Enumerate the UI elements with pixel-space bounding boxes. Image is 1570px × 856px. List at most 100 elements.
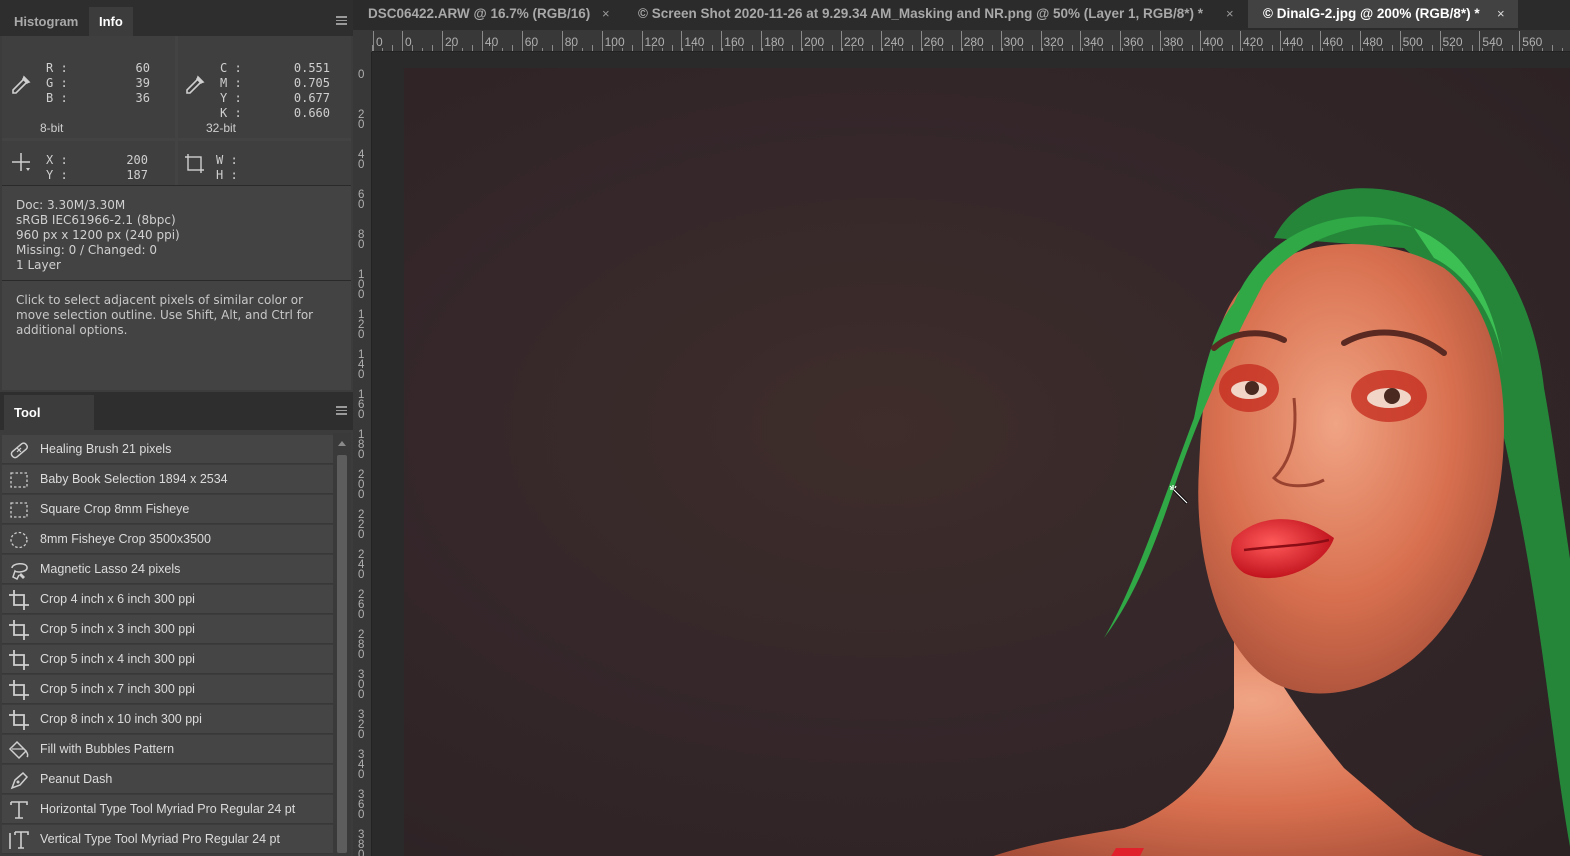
list-item[interactable]: 8mm Fisheye Crop 3500x3500	[2, 525, 333, 554]
ruler-label: 120	[644, 35, 665, 49]
x-value: 200	[126, 153, 148, 167]
ruler-minor-tick	[1312, 45, 1313, 51]
panel-menu-icon[interactable]	[336, 406, 347, 415]
crosshair-icon[interactable]	[10, 151, 34, 175]
list-item[interactable]: Baby Book Selection 1894 x 2534	[2, 465, 333, 494]
magnetic-lasso-icon	[11, 563, 28, 581]
horizontal-type-icon	[10, 801, 28, 819]
scroll-up-icon[interactable]	[338, 441, 346, 446]
ruler-minor-tick	[1352, 45, 1353, 51]
ruler-minor-tick	[1512, 45, 1513, 51]
cmyk-bit-depth[interactable]: 32-bit	[206, 121, 236, 135]
ruler-tick	[1319, 31, 1321, 51]
ruler-minor-tick	[872, 45, 873, 51]
ruler-minor-tick	[1482, 48, 1483, 51]
ruler-minor-tick	[472, 45, 473, 51]
ruler-tick	[1439, 31, 1441, 51]
ruler-minor-tick	[1192, 45, 1193, 51]
y-value: 0.677	[293, 91, 330, 105]
document-canvas[interactable]	[372, 52, 1570, 856]
ruler-minor-tick	[1552, 45, 1553, 51]
crop-icon	[9, 710, 29, 730]
h-label: H :	[216, 168, 238, 182]
eyedropper-icon[interactable]	[10, 74, 32, 96]
tab-histogram[interactable]: Histogram	[4, 7, 88, 36]
list-item[interactable]: Crop 5 inch x 3 inch 300 ppi	[2, 615, 333, 644]
ruler-label: 220	[844, 35, 865, 49]
pen-icon	[10, 771, 29, 790]
ruler-label: 120	[358, 309, 365, 341]
rgb-bit-depth[interactable]: 8-bit	[40, 121, 63, 135]
y-label: Y :	[220, 91, 242, 105]
scrollbar-thumb[interactable]	[337, 455, 347, 853]
ruler-label: 280	[358, 629, 365, 661]
ruler-minor-tick	[642, 48, 643, 51]
ruler-minor-tick	[602, 48, 603, 51]
ruler-minor-tick	[702, 48, 703, 51]
ruler-tick	[1200, 31, 1202, 51]
horizontal-ruler[interactable]: 0 0 20 40 60 80 100 120 140 160 180 200 220 240 260 280…	[372, 30, 1570, 52]
ruler-minor-tick	[1072, 45, 1073, 51]
ruler-label: 420	[1243, 35, 1264, 49]
ruler-minor-tick	[382, 48, 383, 51]
ruler-minor-tick	[1242, 48, 1243, 51]
list-item[interactable]: Fill with Bubbles Pattern	[2, 735, 333, 764]
ruler-minor-tick	[792, 45, 793, 51]
presets-scrollbar[interactable]	[333, 433, 351, 856]
ruler-minor-tick	[512, 45, 513, 51]
ruler-minor-tick	[862, 48, 863, 51]
portrait-photo[interactable]	[404, 68, 1570, 856]
ruler-label: 200	[804, 35, 825, 49]
tab-tool-presets[interactable]: Tool Presets	[4, 395, 94, 455]
ruler-label: 300	[1003, 35, 1024, 49]
list-item[interactable]: Crop 4 inch x 6 inch 300 ppi	[2, 585, 333, 614]
preset-label: Crop 5 inch x 3 inch 300 ppi	[40, 622, 195, 636]
list-item[interactable]: Peanut Dash	[2, 765, 333, 794]
list-item[interactable]: Horizontal Type Tool Myriad Pro Regular …	[2, 795, 333, 824]
tool-hint-text: Click to select adjacent pixels of simil…	[16, 293, 314, 337]
ruler-minor-tick	[1162, 48, 1163, 51]
ruler-minor-tick	[1462, 48, 1463, 51]
document-tab-dsc06422[interactable]: DSC06422.ARW @ 16.7% (RGB/16)	[353, 0, 623, 28]
close-icon[interactable]: ×	[602, 6, 610, 21]
ruler-origin[interactable]	[353, 30, 372, 52]
list-item[interactable]: Vertical Type Tool Myriad Pro Regular 24…	[2, 825, 333, 854]
ruler-label: 260	[923, 35, 944, 49]
magic-wand-cursor-icon	[1169, 485, 1189, 505]
ruler-minor-tick	[632, 45, 633, 51]
ruler-minor-tick	[1092, 45, 1093, 51]
ruler-minor-tick	[1222, 48, 1223, 51]
tab-info[interactable]: Info	[89, 7, 133, 36]
rect-marquee-icon	[10, 472, 28, 488]
ruler-minor-tick	[772, 45, 773, 51]
ruler-label: 160	[724, 35, 745, 49]
list-item[interactable]: Magnetic Lasso 24 pixels	[2, 555, 333, 584]
ruler-minor-tick	[752, 45, 753, 51]
ruler-minor-tick	[612, 45, 613, 51]
list-item[interactable]: Crop 5 inch x 4 inch 300 ppi	[2, 645, 333, 674]
ruler-minor-tick	[732, 45, 733, 51]
crop-icon	[9, 650, 29, 670]
close-icon[interactable]: ×	[1497, 6, 1505, 21]
list-item[interactable]: Crop 8 inch x 10 inch 300 ppi	[2, 705, 333, 734]
ruler-minor-tick	[462, 48, 463, 51]
ruler-minor-tick	[1062, 48, 1063, 51]
ruler-minor-tick	[1042, 48, 1043, 51]
list-item[interactable]: Crop 5 inch x 7 inch 300 ppi	[2, 675, 333, 704]
preset-label: Crop 4 inch x 6 inch 300 ppi	[40, 592, 195, 606]
document-tab-screenshot[interactable]: © Screen Shot 2020-11-26 at 9.29.34 AM_M…	[623, 0, 1248, 28]
list-item[interactable]: Square Crop 8mm Fisheye	[2, 495, 333, 524]
ruler-minor-tick	[662, 48, 663, 51]
ruler-minor-tick	[1212, 45, 1213, 51]
ruler-minor-tick	[1282, 48, 1283, 51]
list-item[interactable]: Healing Brush 21 pixels	[2, 435, 333, 464]
ruler-minor-tick	[762, 48, 763, 51]
document-tab-dinalg[interactable]: © DinalG-2.jpg @ 200% (RGB/8*) *	[1248, 0, 1518, 28]
ruler-minor-tick	[1022, 48, 1023, 51]
panel-menu-icon[interactable]	[336, 16, 347, 25]
close-icon[interactable]: ×	[1226, 6, 1234, 21]
vertical-ruler[interactable]: 0 20 40 60 80 100 120 140 160 180 200 220 240 260 280 3…	[353, 52, 372, 856]
ruler-minor-tick	[1452, 45, 1453, 51]
tab-label: © Screen Shot 2020-11-26 at 9.29.34 AM_M…	[638, 6, 1204, 21]
eyedropper-icon[interactable]	[184, 74, 206, 96]
